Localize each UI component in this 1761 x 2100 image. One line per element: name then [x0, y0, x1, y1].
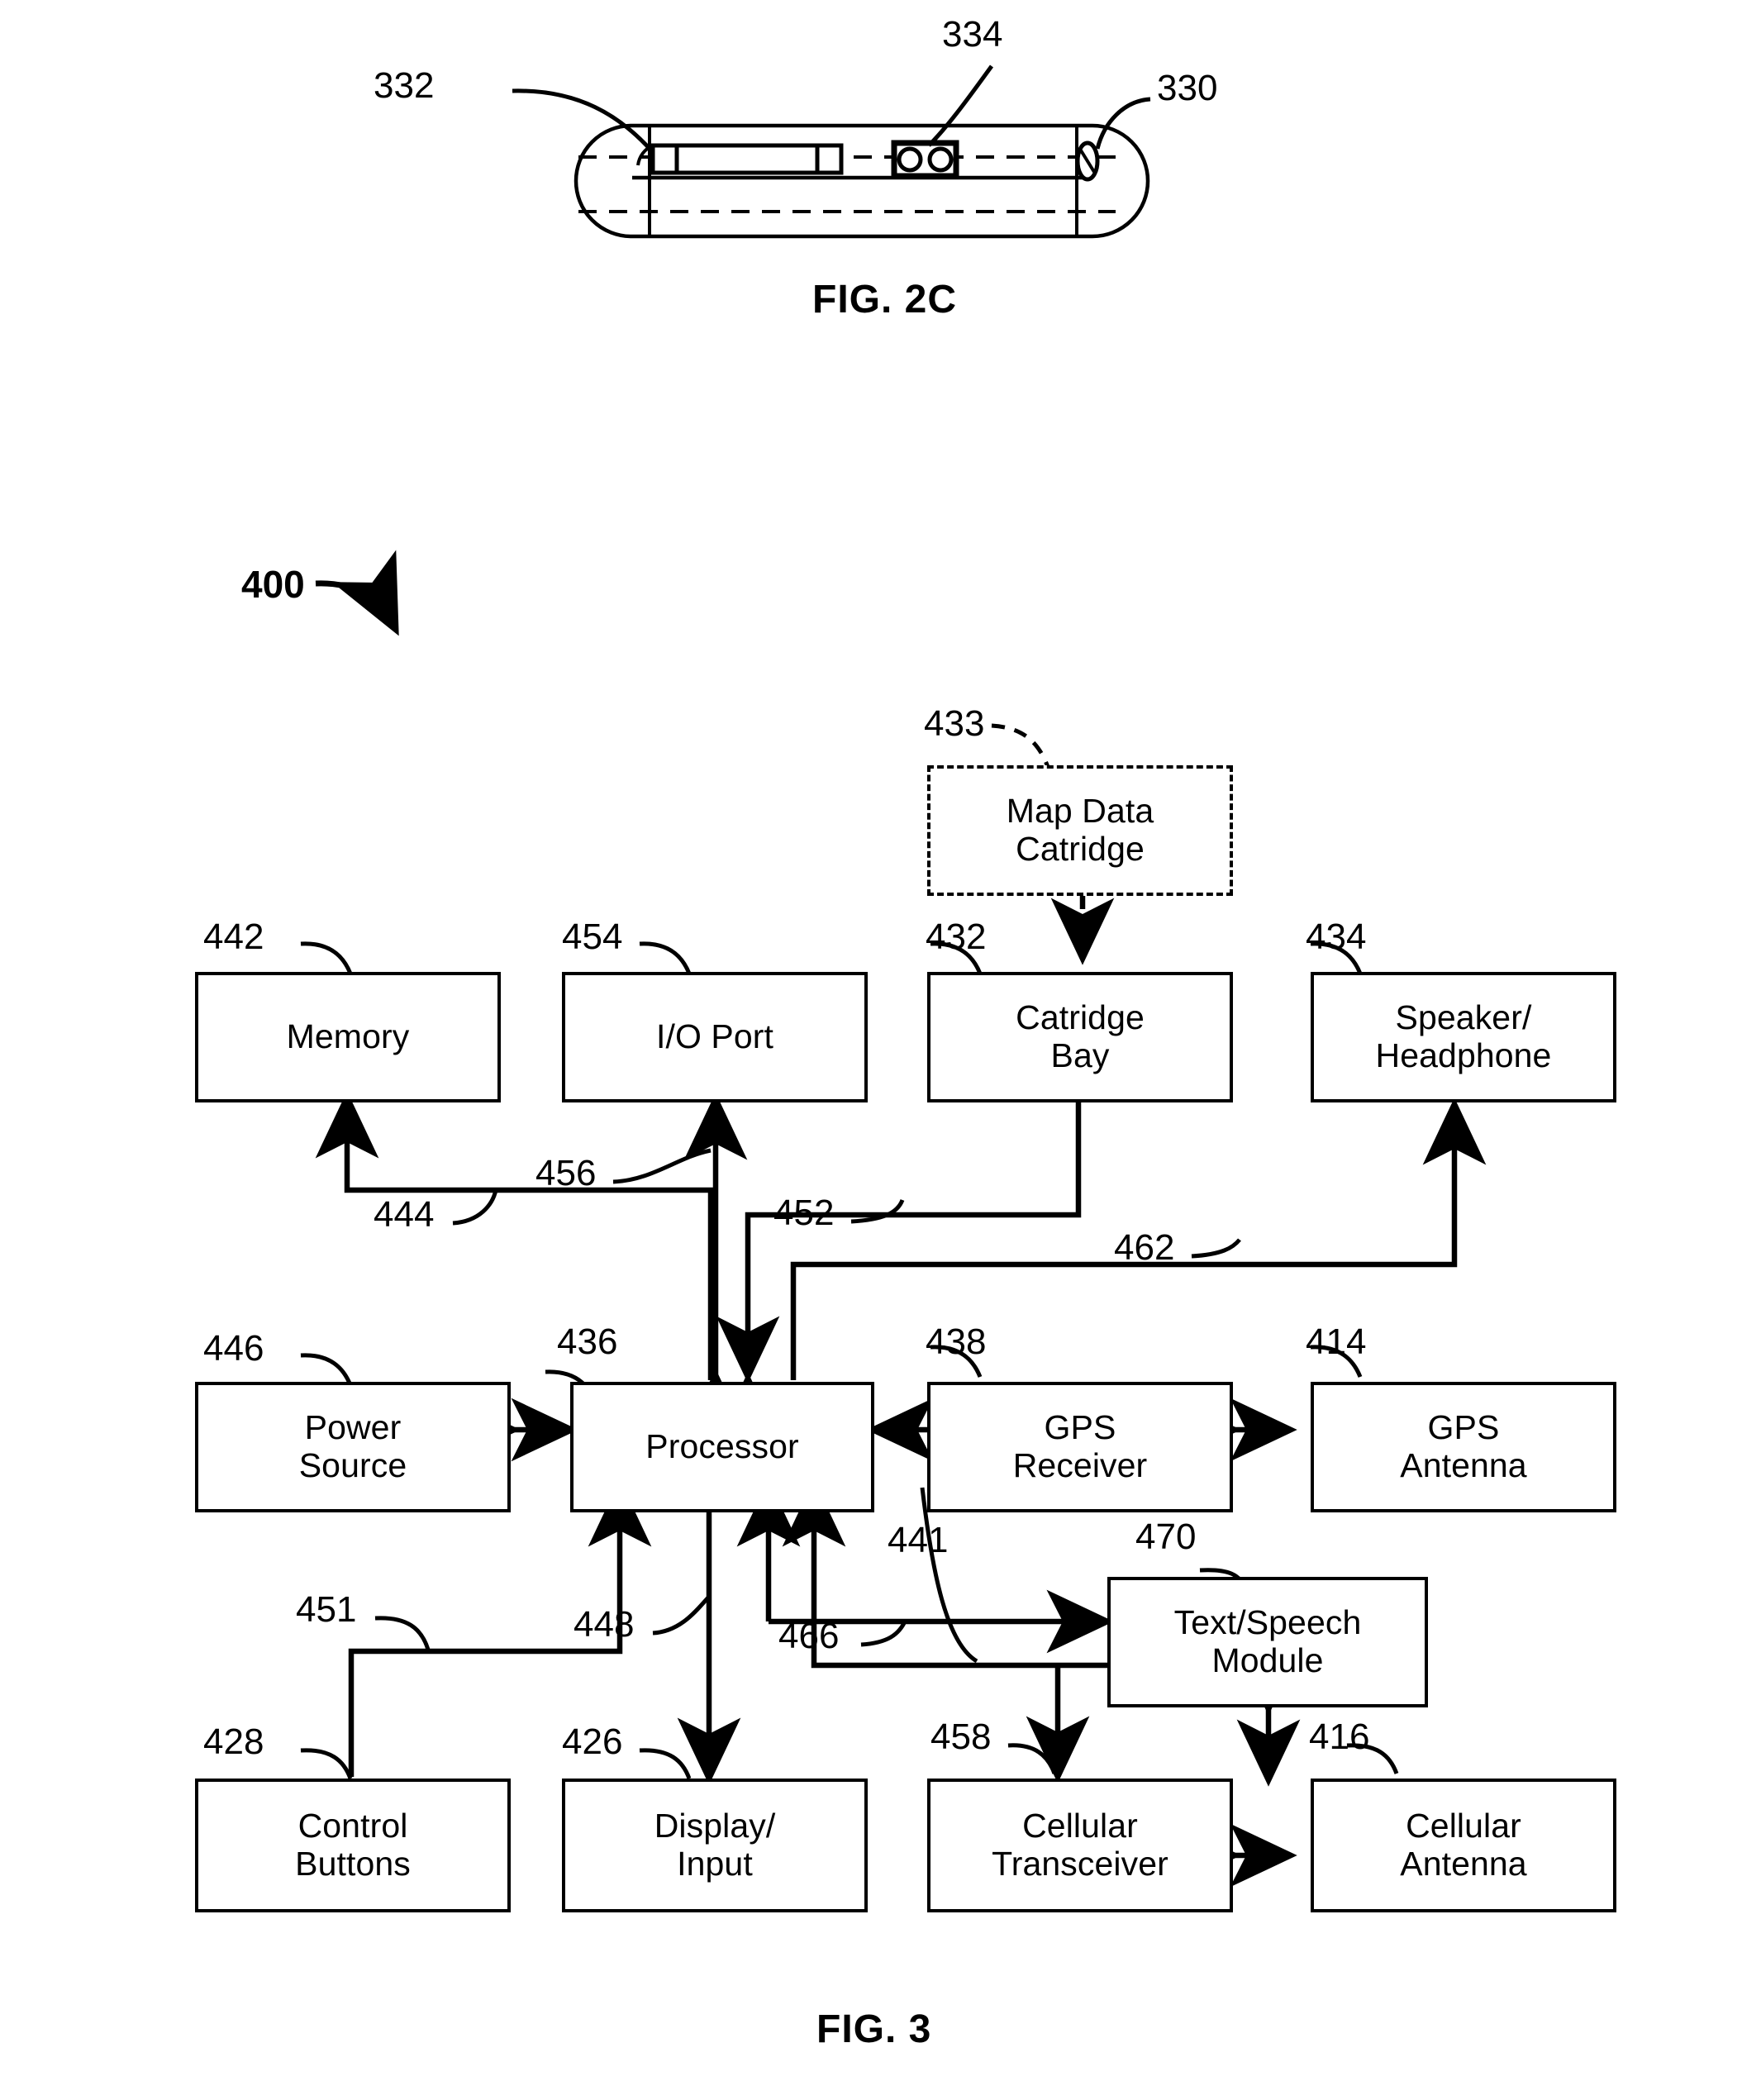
- block-cellular-transceiver[interactable]: Cellular Transceiver: [927, 1779, 1233, 1912]
- fig3-caption: FIG. 3: [816, 2007, 932, 2051]
- block-processor[interactable]: Processor: [570, 1382, 874, 1512]
- block-memory[interactable]: Memory: [195, 972, 501, 1102]
- ref-446: 446: [203, 1328, 264, 1369]
- ref-454: 454: [562, 917, 623, 957]
- ref-414: 414: [1306, 1321, 1367, 1362]
- block-text-speech-module[interactable]: Text/Speech Module: [1107, 1577, 1428, 1707]
- ref-451: 451: [296, 1589, 357, 1630]
- ref-442: 442: [203, 917, 264, 957]
- block-gps-receiver[interactable]: GPS Receiver: [927, 1382, 1233, 1512]
- ref-456: 456: [535, 1153, 597, 1193]
- ref-441: 441: [888, 1520, 949, 1560]
- patent-figure-sheet: 332 334 330 FIG. 2C 400 Map Data Catridg…: [0, 0, 1761, 2100]
- block-cellular-antenna[interactable]: Cellular Antenna: [1311, 1779, 1616, 1912]
- ref-466: 466: [778, 1616, 840, 1656]
- block-display-input[interactable]: Display/ Input: [562, 1779, 868, 1912]
- block-speaker-headphone[interactable]: Speaker/ Headphone: [1311, 972, 1616, 1102]
- block-gps-antenna[interactable]: GPS Antenna: [1311, 1382, 1616, 1512]
- ref-428: 428: [203, 1721, 264, 1762]
- ref-438: 438: [926, 1321, 987, 1362]
- block-io-port[interactable]: I/O Port: [562, 972, 868, 1102]
- ref-470: 470: [1135, 1517, 1197, 1557]
- ref-448: 448: [574, 1604, 635, 1645]
- ref-416: 416: [1309, 1717, 1370, 1757]
- block-catridge-bay[interactable]: Catridge Bay: [927, 972, 1233, 1102]
- ref-452: 452: [773, 1193, 835, 1233]
- block-control-buttons[interactable]: Control Buttons: [195, 1779, 511, 1912]
- ref-444: 444: [374, 1194, 435, 1235]
- ref-426: 426: [562, 1721, 623, 1762]
- ref-434: 434: [1306, 917, 1367, 957]
- block-power-source[interactable]: Power Source: [195, 1382, 511, 1512]
- ref-432: 432: [926, 917, 987, 957]
- block-map-data-catridge[interactable]: Map Data Catridge: [927, 765, 1233, 896]
- ref-436: 436: [557, 1321, 618, 1362]
- ref-433: 433: [924, 703, 985, 744]
- ref-458: 458: [930, 1717, 992, 1757]
- ref-462: 462: [1114, 1227, 1175, 1268]
